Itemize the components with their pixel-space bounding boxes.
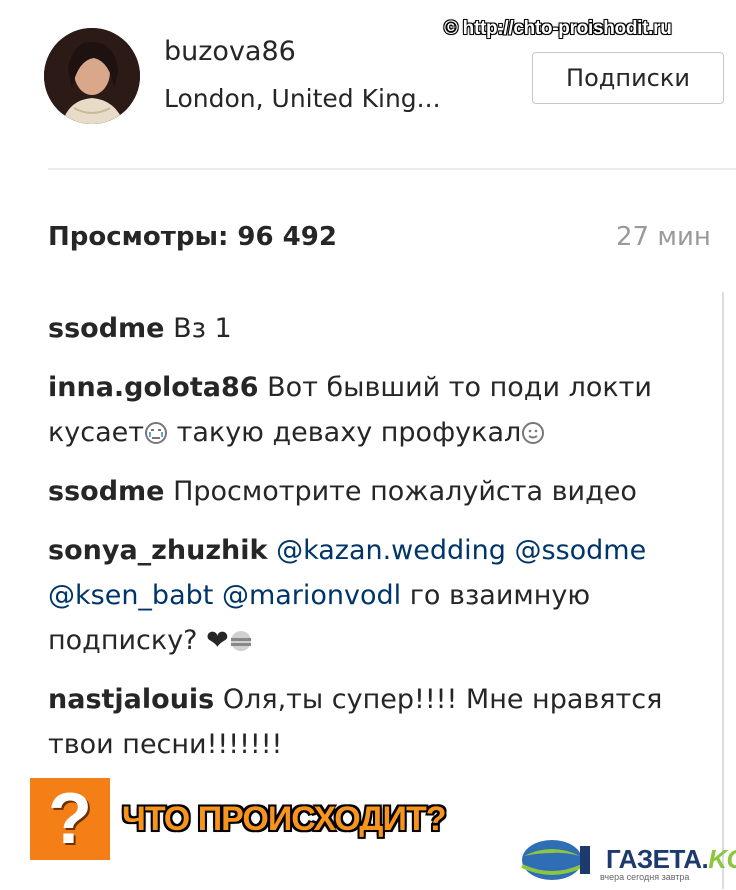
profile-avatar[interactable]	[44, 28, 140, 124]
location[interactable]: London, United King...	[164, 84, 441, 113]
mention-link[interactable]: @kazan.wedding	[276, 535, 506, 566]
comment-text: такую деваху профукал	[168, 417, 522, 448]
comment: ssodme Вз 1	[48, 306, 678, 351]
avatar-photo-icon	[44, 28, 140, 124]
gazeta-tagline: вчера сегодня завтра	[600, 872, 690, 882]
smile-icon	[522, 422, 545, 444]
site-badge-text: ЧТО ПРОИСХОДИТ?	[122, 800, 447, 838]
gazeta-wordmark: ГАЗЕТА.KG	[606, 844, 736, 874]
comment-username[interactable]: sonya_zhuzhik	[48, 535, 267, 566]
mention-link[interactable]: @marionvodl	[222, 580, 401, 611]
comment: inna.golota86 Вот бывший то поди локти к…	[48, 365, 678, 455]
question-mark-icon: ?	[48, 779, 92, 859]
comment-username[interactable]: inna.golota86	[48, 372, 259, 403]
mention-link[interactable]: @ksen_babt	[48, 580, 213, 611]
crying-face-icon	[145, 422, 168, 444]
comment: nastjalouis Оля,ты супер!!!! Мне нравятс…	[48, 677, 678, 767]
comment-username[interactable]: nastjalouis	[48, 684, 214, 715]
comment-text: Вз 1	[173, 313, 232, 344]
comment-username[interactable]: ssodme	[48, 476, 164, 507]
post-time[interactable]: 27 мин	[616, 222, 711, 252]
comment: sonya_zhuzhik @kazan.wedding @ssodme @ks…	[48, 528, 678, 663]
post-header: buzova86 London, United King... Подписки	[44, 28, 736, 128]
comment-username[interactable]: ssodme	[48, 313, 164, 344]
comment: ssodme Просмотрите пожалуйста видео	[48, 469, 678, 514]
flag-icon	[230, 631, 251, 651]
gazeta-logo: ГАЗЕТА.KG вчера сегодня завтра	[514, 836, 736, 889]
globe-logo-icon	[521, 840, 590, 880]
scrollbar[interactable]	[722, 292, 724, 889]
comment-text: Просмотрите пожалуйста видео	[173, 476, 637, 507]
username[interactable]: buzova86	[164, 36, 296, 67]
site-badge: ?	[30, 778, 110, 860]
mention-link[interactable]: @ssodme	[515, 535, 647, 566]
following-button[interactable]: Подписки	[532, 52, 724, 104]
divider	[48, 168, 736, 170]
view-count: Просмотры: 96 492	[48, 222, 337, 252]
comment-list: ssodme Вз 1 inna.golota86 Вот бывший то …	[48, 306, 678, 781]
